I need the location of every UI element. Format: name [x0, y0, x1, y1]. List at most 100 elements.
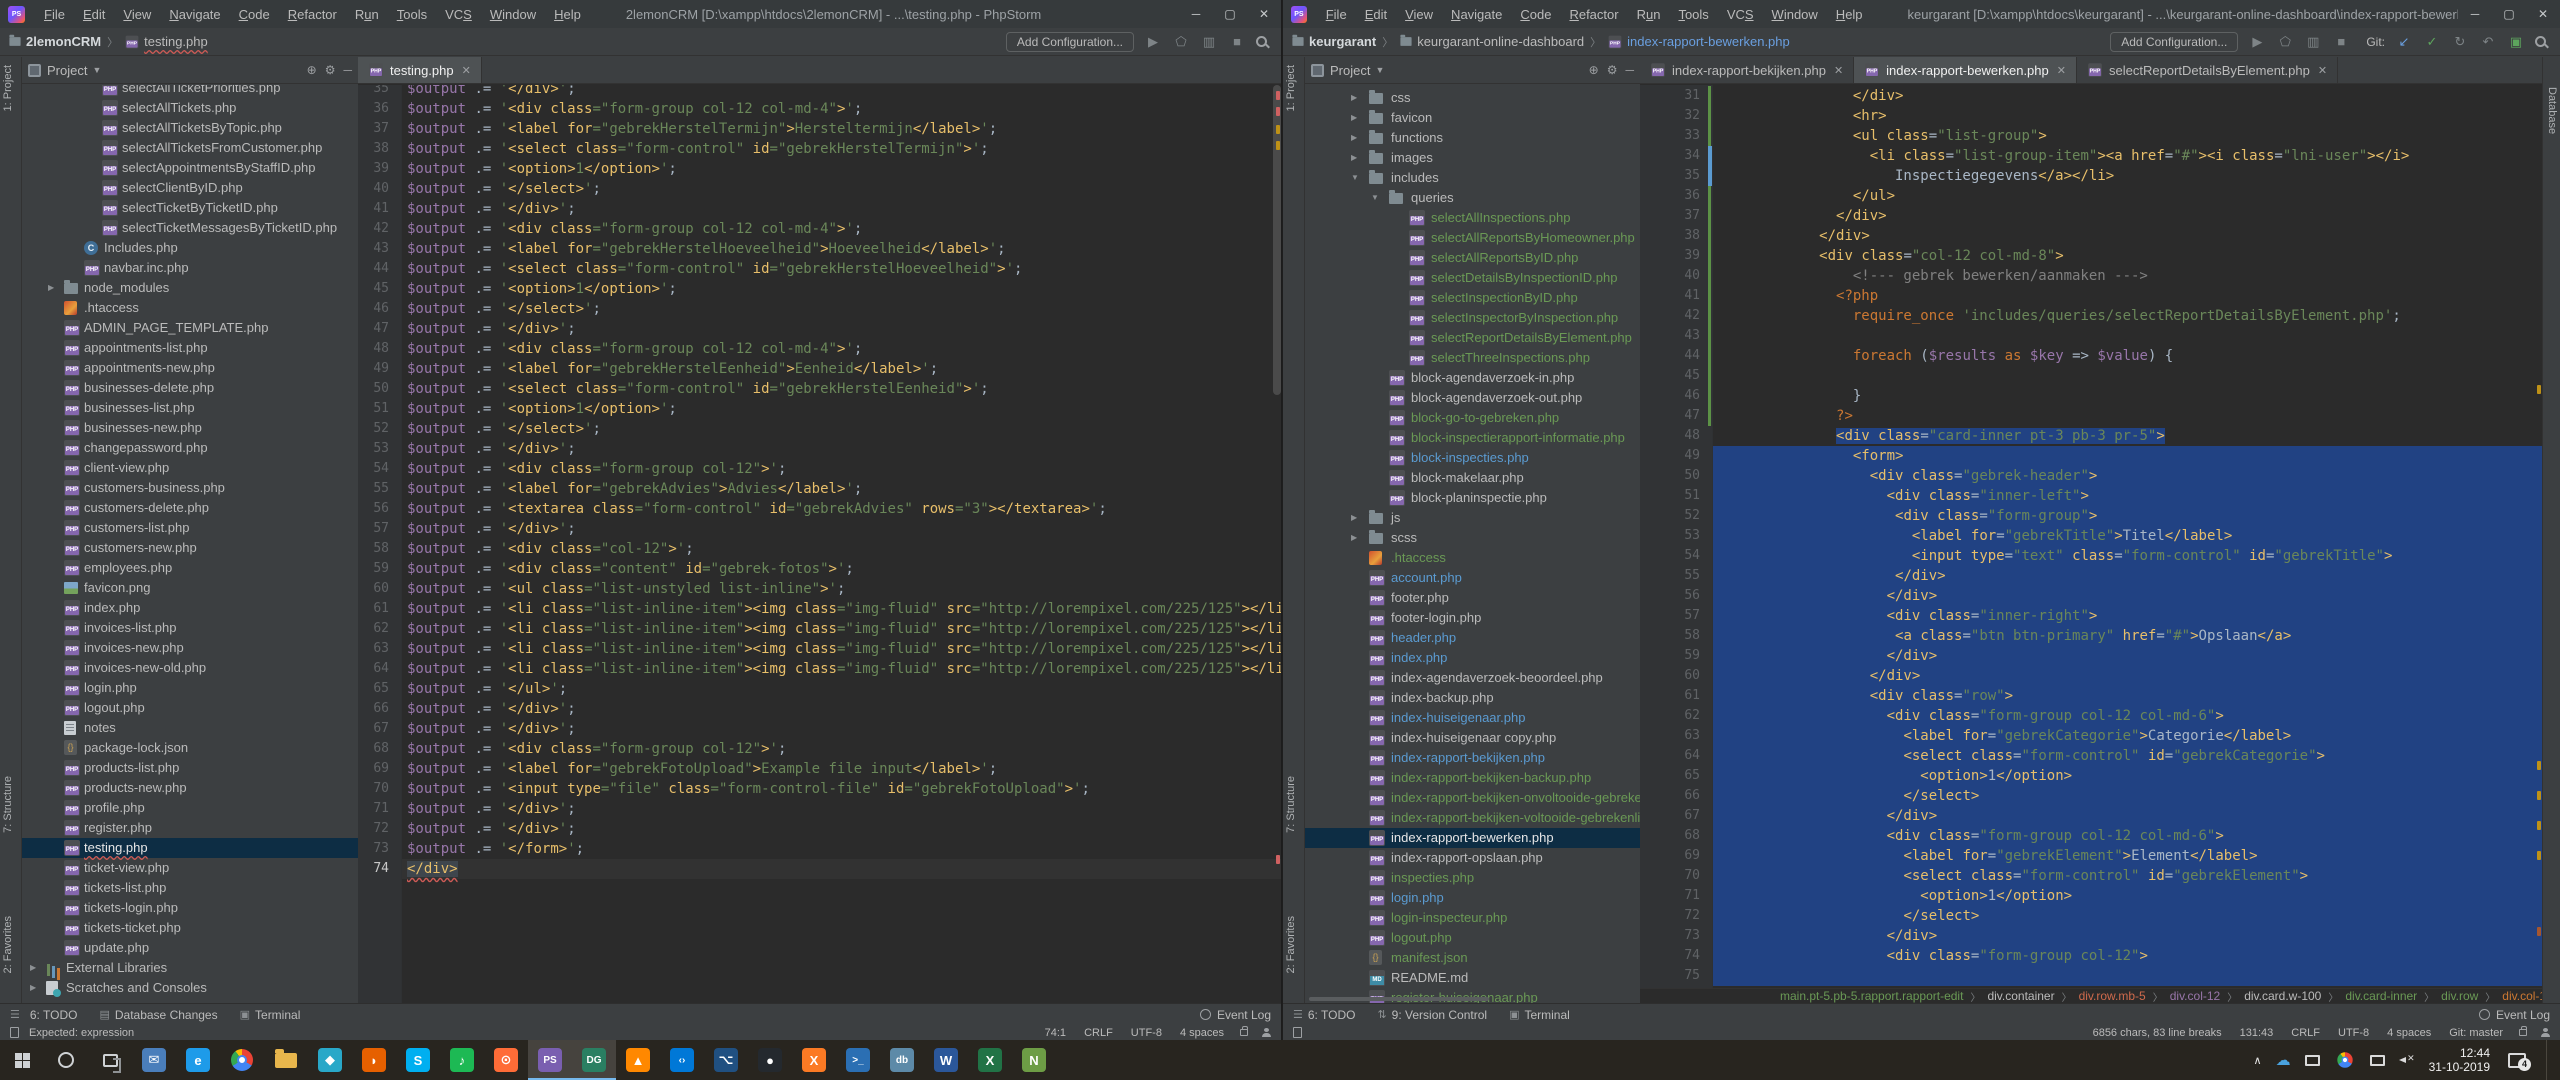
tree-item-block-agendaverzoek-in-php[interactable]: block-agendaverzoek-in.php — [1305, 368, 1640, 388]
code-line-46[interactable]: } — [1713, 386, 2542, 406]
tree-item-inspecties-php[interactable]: inspecties.php — [1305, 868, 1640, 888]
hector-inspections-icon[interactable] — [1262, 1028, 1271, 1037]
code-line-72[interactable]: </select> — [1713, 906, 2542, 926]
tree-item-notes[interactable]: notes — [22, 718, 358, 738]
hide-panel-icon[interactable]: ─ — [1625, 63, 1634, 77]
tree-item-tickets-login-php[interactable]: tickets-login.php — [22, 898, 358, 918]
hide-panel-icon[interactable]: ─ — [343, 63, 352, 77]
status-item[interactable]: 6856 chars, 83 line breaks — [2093, 1027, 2222, 1039]
code-line-65[interactable]: <option>1</option> — [1713, 766, 2542, 786]
tree-item-tickets-list-php[interactable]: tickets-list.php — [22, 878, 358, 898]
code-line-53[interactable]: $output .= '</div>'; — [402, 439, 1281, 459]
menu-help[interactable]: Help — [545, 7, 590, 22]
chevron-right-icon[interactable]: ▶ — [48, 278, 54, 298]
volume-muted-icon[interactable] — [2399, 1054, 2415, 1066]
code-line-36[interactable]: $output .= '<div class="form-group col-1… — [402, 99, 1281, 119]
media-player-taskbar-button[interactable]: ◆ — [308, 1040, 352, 1080]
error-stripe-mark[interactable] — [1276, 855, 1280, 864]
code-line-66[interactable]: </select> — [1713, 786, 2542, 806]
code-line-55[interactable]: $output .= '<label for="gebrekAdvies">Ad… — [402, 479, 1281, 499]
tree-item-register-php[interactable]: register.php — [22, 818, 358, 838]
tree-item-invoices-new-old-php[interactable]: invoices-new-old.php — [22, 658, 358, 678]
menu-code[interactable]: Code — [1511, 7, 1560, 22]
code-line-74[interactable]: </div> — [402, 859, 1281, 879]
editor-tab-index-rapport-bekijken-php[interactable]: index-rapport-bekijken.php✕ — [1640, 57, 1854, 83]
database-changes-toolwindow-button[interactable]: ▤Database Changes — [99, 1008, 217, 1022]
code-line-69[interactable]: $output .= '<label for="gebrekFotoUpload… — [402, 759, 1281, 779]
code-line-43[interactable] — [1713, 326, 2542, 346]
menu-navigate[interactable]: Navigate — [160, 7, 229, 22]
code-line-48[interactable]: <div class="card-inner pt-3 pb-3 pr-5"> — [1713, 426, 2542, 446]
postman-taskbar-button[interactable]: ⊙ — [484, 1040, 528, 1080]
code-line-58[interactable]: $output .= '<div class="col-12">'; — [402, 539, 1281, 559]
tree-item-index-rapport-bewerken-php[interactable]: index-rapport-bewerken.php — [1305, 828, 1640, 848]
tree-item-images[interactable]: ▶images — [1305, 148, 1640, 168]
tool-stripe-project[interactable]: 1: Project — [2, 65, 14, 111]
tree-item-products-list-php[interactable]: products-list.php — [22, 758, 358, 778]
code-line-38[interactable]: </div> — [1713, 226, 2542, 246]
code-line-56[interactable]: $output .= '<textarea class="form-contro… — [402, 499, 1281, 519]
tree-item-selectallticketpriorities-php[interactable]: selectAllTicketPriorities.php — [22, 85, 358, 98]
menu-tools[interactable]: Tools — [388, 7, 436, 22]
code-line-73[interactable]: </div> — [1713, 926, 2542, 946]
tree-item-footer-login-php[interactable]: footer-login.php — [1305, 608, 1640, 628]
tree-item-navbar-inc-php[interactable]: navbar.inc.php — [22, 258, 358, 278]
code-line-34[interactable]: <li class="list-group-item"><a href="#">… — [1713, 146, 2542, 166]
tree-item-manifest-json[interactable]: manifest.json — [1305, 948, 1640, 968]
menu-view[interactable]: View — [114, 7, 160, 22]
code-line-60[interactable]: $output .= '<ul class="list-unstyled lis… — [402, 579, 1281, 599]
version-control-toolwindow-button[interactable]: ⇅9: Version Control — [1377, 1008, 1487, 1022]
tree-item-customers-business-php[interactable]: customers-business.php — [22, 478, 358, 498]
tree-item-selectallticketsfromcustomer-php[interactable]: selectAllTicketsFromCustomer.php — [22, 138, 358, 158]
history-clock-icon[interactable]: ↻ — [2451, 34, 2469, 50]
code-line-31[interactable]: </div> — [1713, 86, 2542, 106]
tree-item-invoices-list-php[interactable]: invoices-list.php — [22, 618, 358, 638]
tree-item-external-libraries[interactable]: ▶External Libraries — [22, 958, 358, 978]
tree-item-index-huiseigenaar-php[interactable]: index-huiseigenaar.php — [1305, 708, 1640, 728]
sourcetree-taskbar-button[interactable]: ⌥ — [704, 1040, 748, 1080]
tree-item-functions[interactable]: ▶functions — [1305, 128, 1640, 148]
readonly-lock-icon[interactable] — [2519, 1029, 2527, 1036]
tree-item-businesses-delete-php[interactable]: businesses-delete.php — [22, 378, 358, 398]
datagrip-taskbar-button[interactable]: DG — [572, 1040, 616, 1080]
close-tab-icon[interactable]: ✕ — [1834, 64, 1843, 77]
menu-run[interactable]: Run — [346, 7, 388, 22]
code-line-35[interactable]: Inspectiegegevens</a></li> — [1713, 166, 2542, 186]
tree-item-scss[interactable]: ▶scss — [1305, 528, 1640, 548]
code-line-61[interactable]: $output .= '<li class="list-inline-item"… — [402, 599, 1281, 619]
event-log-button[interactable]: Event Log — [2479, 1008, 2550, 1022]
word-taskbar-button[interactable]: W — [924, 1040, 968, 1080]
network-icon[interactable] — [2370, 1055, 2385, 1066]
code-line-33[interactable]: <ul class="list-group"> — [1713, 126, 2542, 146]
code-line-48[interactable]: $output .= '<div class="form-group col-1… — [402, 339, 1281, 359]
warning-stripe-mark[interactable] — [2537, 761, 2541, 770]
code-line-47[interactable]: ?> — [1713, 406, 2542, 426]
code-line-37[interactable]: </div> — [1713, 206, 2542, 226]
tree-item-index-rapport-bekijken-onvoltooide-gebrekenlijs[interactable]: index-rapport-bekijken-onvoltooide-gebre… — [1305, 788, 1640, 808]
tree-item-selectallreportsbyid-php[interactable]: selectAllReportsByID.php — [1305, 248, 1640, 268]
code-line-57[interactable]: <div class="inner-right"> — [1713, 606, 2542, 626]
status-item[interactable]: CRLF — [2291, 1027, 2320, 1039]
code-line-63[interactable]: $output .= '<li class="list-inline-item"… — [402, 639, 1281, 659]
tool-stripe-project[interactable]: 1: Project — [1285, 65, 1297, 111]
code-line-70[interactable]: <select class="form-control" id="gebrekE… — [1713, 866, 2542, 886]
tree-item-selectallinspections-php[interactable]: selectAllInspections.php — [1305, 208, 1640, 228]
tree-item-customers-list-php[interactable]: customers-list.php — [22, 518, 358, 538]
code-line-36[interactable]: </ul> — [1713, 186, 2542, 206]
chevron-right-icon[interactable]: ▶ — [1351, 108, 1357, 128]
tree-item-account-php[interactable]: account.php — [1305, 568, 1640, 588]
tree-horizontal-scrollbar[interactable] — [1309, 997, 1489, 1001]
minimize-button[interactable]: ─ — [1179, 0, 1213, 28]
code-line-56[interactable]: </div> — [1713, 586, 2542, 606]
tool-stripe-structure[interactable]: 7: Structure — [2, 776, 14, 833]
tree-item-css[interactable]: ▶css — [1305, 88, 1640, 108]
code-line-68[interactable]: <div class="form-group col-12 col-md-6"> — [1713, 826, 2542, 846]
menu-view[interactable]: View — [1396, 7, 1442, 22]
editor-tab-index-rapport-bewerken-php[interactable]: index-rapport-bewerken.php✕ — [1854, 57, 2077, 83]
code-line-50[interactable]: $output .= '<select class="form-control"… — [402, 379, 1281, 399]
hector-inspections-icon[interactable] — [2541, 1028, 2550, 1037]
menu-help[interactable]: Help — [1827, 7, 1872, 22]
chevron-down-icon[interactable]: ▼ — [1371, 188, 1379, 208]
tree-item-index-php[interactable]: index.php — [22, 598, 358, 618]
tool-stripe-favorites[interactable]: 2: Favorites — [1285, 916, 1297, 973]
